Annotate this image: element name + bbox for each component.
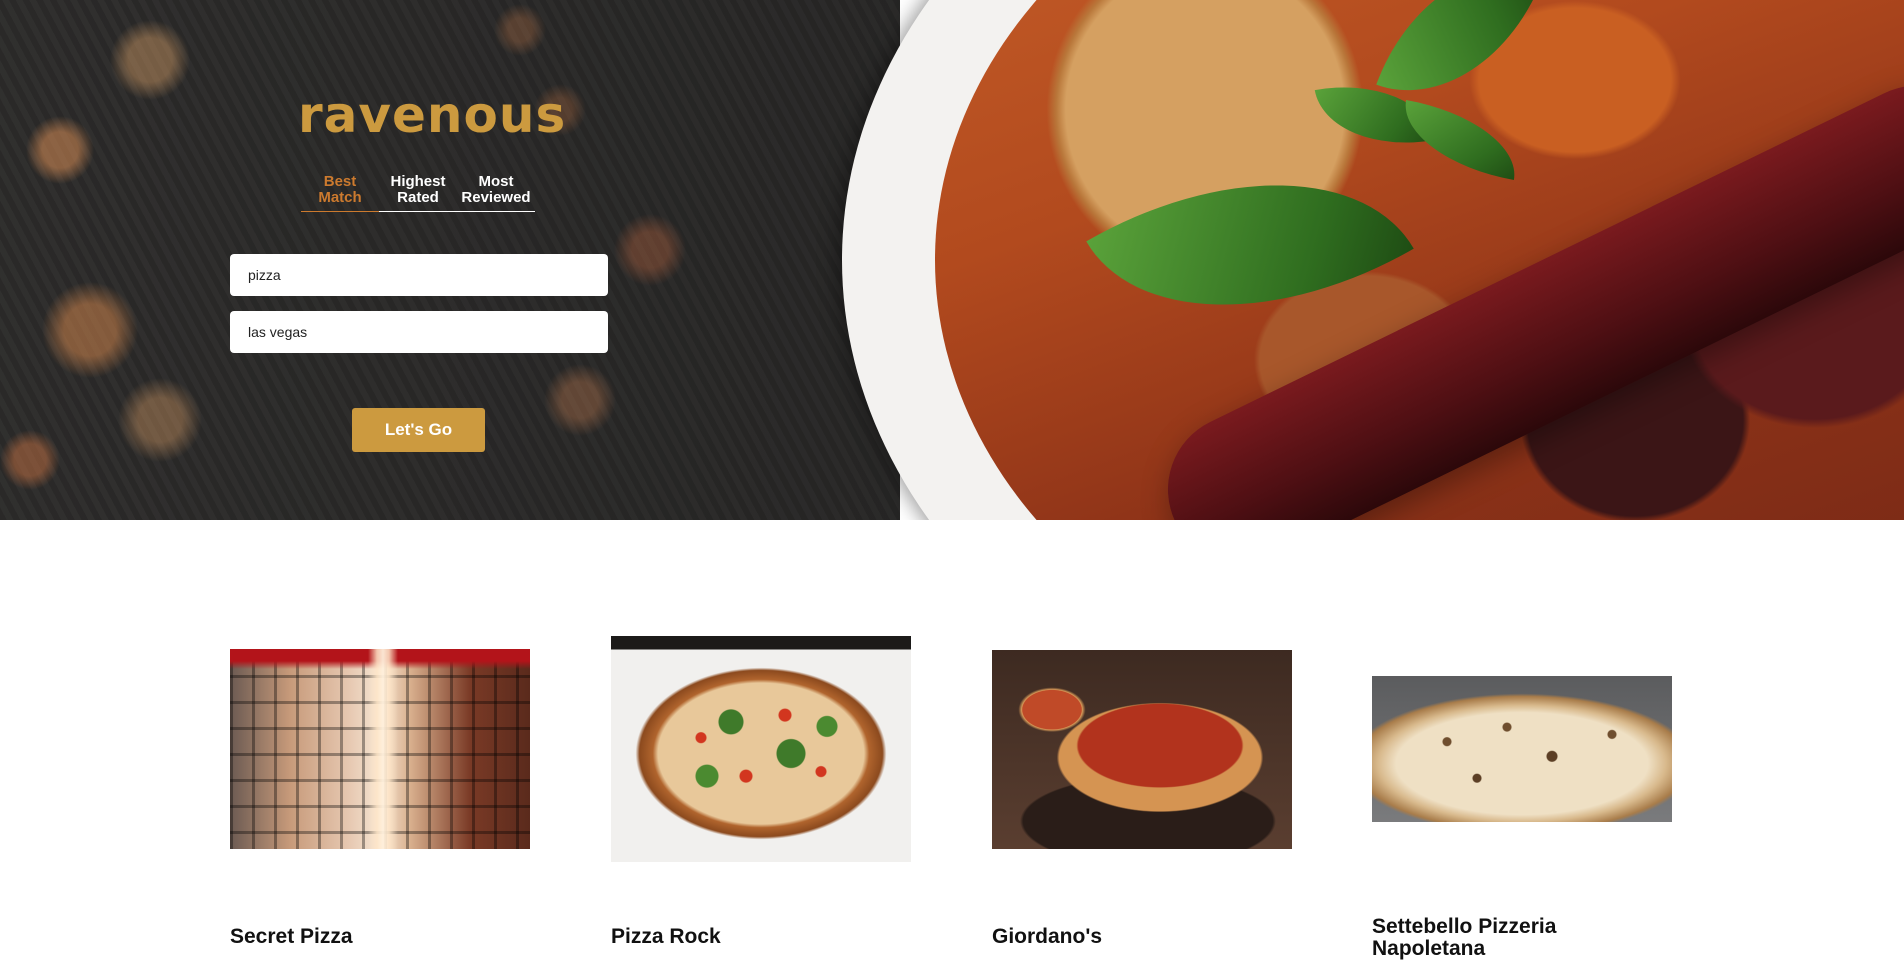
- sort-option-highest-rated[interactable]: Highest Rated: [379, 174, 457, 212]
- search-term-input[interactable]: [230, 254, 608, 296]
- hero-banner: ravenous Best Match Highest Rated Most R…: [0, 0, 1904, 520]
- business-name: Giordano's: [992, 925, 1103, 948]
- business-name: Pizza Rock: [611, 925, 721, 948]
- sort-option-most-reviewed[interactable]: Most Reviewed: [457, 174, 535, 212]
- business-name: Secret Pizza: [230, 925, 353, 948]
- business-image[interactable]: [992, 650, 1292, 849]
- sort-option-best-match[interactable]: Best Match: [301, 174, 379, 212]
- sort-options: Best Match Highest Rated Most Reviewed: [301, 174, 535, 212]
- app-logo: ravenous: [298, 86, 567, 144]
- search-location-input[interactable]: [230, 311, 608, 353]
- business-list: Secret Pizza Pizza Rock Giordano's Sette…: [0, 520, 1904, 967]
- search-submit-button[interactable]: Let's Go: [352, 408, 485, 452]
- business-image[interactable]: [1372, 676, 1672, 822]
- business-image[interactable]: [230, 649, 530, 849]
- business-image[interactable]: [611, 636, 911, 862]
- business-name: Settebello Pizzeria Napoletana: [1372, 915, 1557, 960]
